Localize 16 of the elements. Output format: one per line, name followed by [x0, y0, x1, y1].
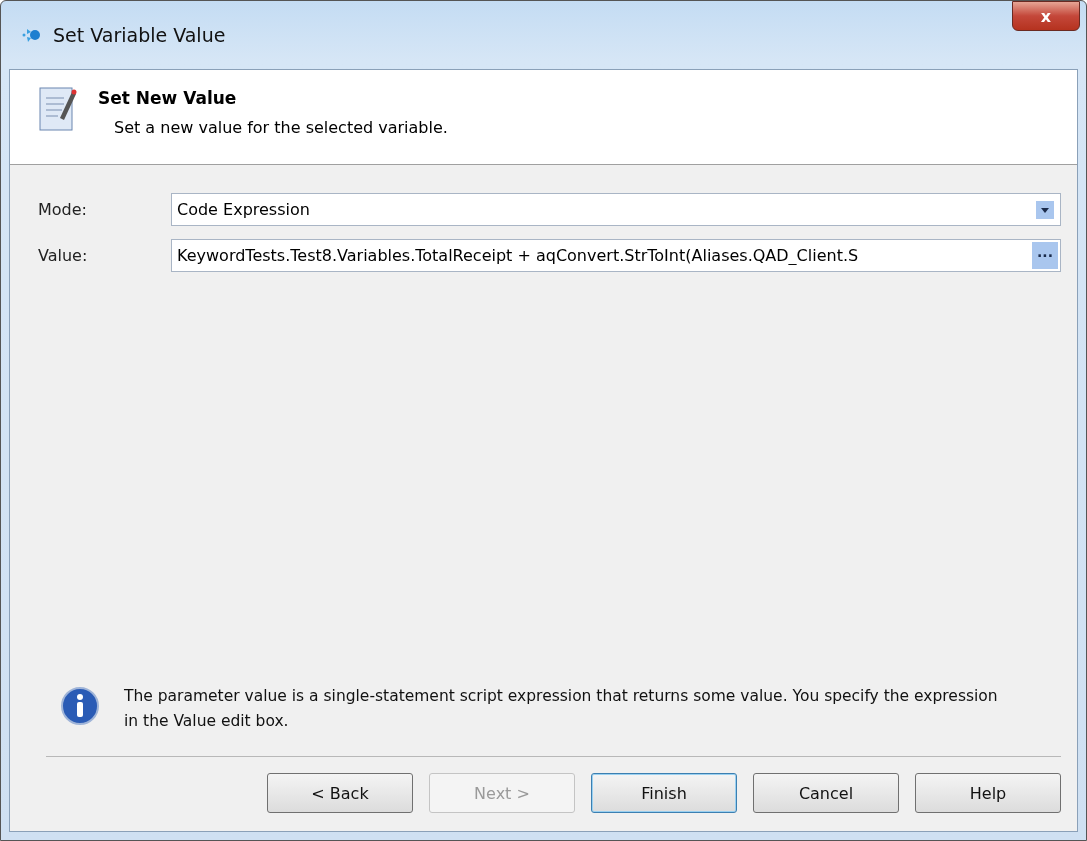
browse-button[interactable]: ···	[1032, 242, 1058, 269]
document-pencil-icon	[38, 84, 78, 132]
info-icon	[60, 686, 100, 726]
wizard-button[interactable]: Finish	[591, 773, 737, 813]
mode-dropdown[interactable]: Code Expression	[171, 193, 1061, 226]
window-title: Set Variable Value	[53, 24, 226, 46]
field-label: Value:	[38, 246, 89, 265]
close-button[interactable]: x	[1012, 1, 1080, 31]
header-subtitle: Set a new value for the selected variable.	[114, 118, 448, 137]
wizard-button[interactable]: Cancel	[753, 773, 899, 813]
wizard-button[interactable]: < Back	[267, 773, 413, 813]
field-label: Mode:	[38, 200, 88, 219]
value-input-field[interactable]: KeywordTests.Test8.Variables.TotalReceipt + aqConvert.StrToInt(Aliases.QAD_Client.S ···	[171, 239, 1061, 272]
info-text: The parameter value is a single-statement script expression that returns some value. You specify the expression in the Value edit box.	[124, 686, 999, 732]
header-title: Set New Value	[98, 88, 238, 108]
wizard-button[interactable]: Help	[915, 773, 1061, 813]
